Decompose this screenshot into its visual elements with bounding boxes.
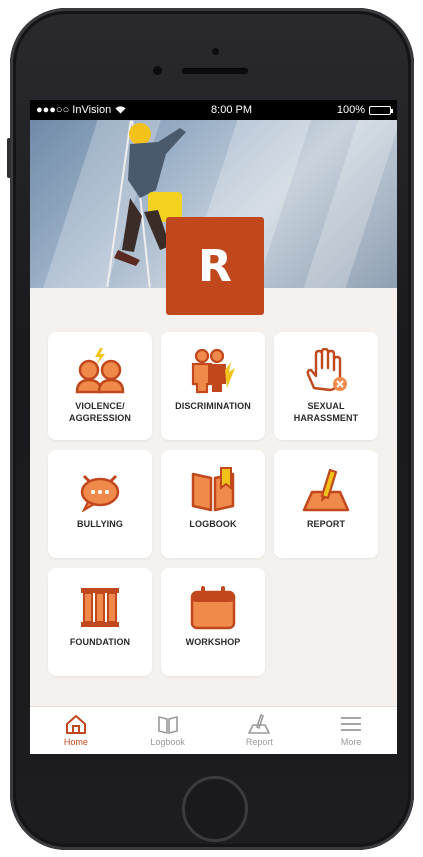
tile-label: BULLYING — [77, 519, 123, 529]
tab-label: Report — [245, 737, 273, 747]
hardware-home-button[interactable] — [182, 776, 248, 842]
tile-sexual-harassment[interactable]: SEXUAL HARASSMENT — [274, 332, 378, 440]
tab-home[interactable]: Home — [30, 707, 122, 754]
tile-label: WORKSHOP — [185, 637, 241, 647]
bullying-icon — [80, 474, 120, 512]
front-camera — [153, 66, 162, 75]
bottom-tab-bar: Home Logbook Report More — [30, 706, 397, 754]
wifi-icon — [115, 106, 126, 114]
tile-label: LOGBOOK — [189, 519, 237, 529]
menu-icon — [341, 717, 362, 731]
app-screen: ●●●○○ InVision 8:00 PM 100% R VIOLENCE/ … — [30, 100, 397, 754]
app-logo: R — [166, 217, 264, 315]
discrimination-icon — [191, 348, 235, 394]
logbook-icon — [157, 716, 178, 734]
tab-more[interactable]: More — [305, 707, 397, 754]
logo-letter: R — [198, 240, 232, 292]
tile-foundation[interactable]: FOUNDATION — [48, 568, 152, 676]
tile-violence-aggression[interactable]: VIOLENCE/ AGGRESSION — [48, 332, 152, 440]
tile-label: FOUNDATION — [69, 637, 131, 647]
tile-workshop[interactable]: WORKSHOP — [161, 568, 265, 676]
tab-label: Logbook — [150, 737, 185, 747]
battery-icon — [368, 105, 393, 115]
tile-label: VIOLENCE/ AGGRESSION — [68, 401, 131, 423]
sexual-harassment-icon — [306, 348, 347, 392]
workshop-icon — [190, 586, 236, 630]
tab-report[interactable]: Report — [214, 707, 306, 754]
tab-label: More — [340, 737, 362, 747]
foundation-icon — [81, 588, 119, 627]
status-bar: ●●●○○ InVision 8:00 PM 100% — [30, 100, 397, 120]
logbook-icon — [191, 467, 235, 512]
tile-label: REPORT — [306, 519, 346, 529]
carrier-text: ●●●○○ InVision — [36, 104, 112, 116]
status-time: 8:00 PM — [211, 104, 253, 116]
battery-percent: 100% — [336, 104, 365, 116]
home-icon — [65, 715, 86, 734]
tile-report[interactable]: REPORT — [274, 450, 378, 558]
tab-label: Home — [63, 737, 88, 747]
proximity-sensor — [212, 48, 219, 55]
report-icon — [302, 468, 350, 512]
report-icon — [248, 713, 271, 734]
violence-aggression-icon — [75, 348, 125, 394]
tab-logbook[interactable]: Logbook — [122, 707, 214, 754]
tile-logbook[interactable]: LOGBOOK — [161, 450, 265, 558]
tile-label: DISCRIMINATION — [175, 401, 251, 411]
tile-bullying[interactable]: BULLYING — [48, 450, 152, 558]
tile-label: SEXUAL HARASSMENT — [293, 401, 359, 423]
tile-discrimination[interactable]: DISCRIMINATION — [161, 332, 265, 440]
earpiece-speaker — [182, 68, 248, 74]
